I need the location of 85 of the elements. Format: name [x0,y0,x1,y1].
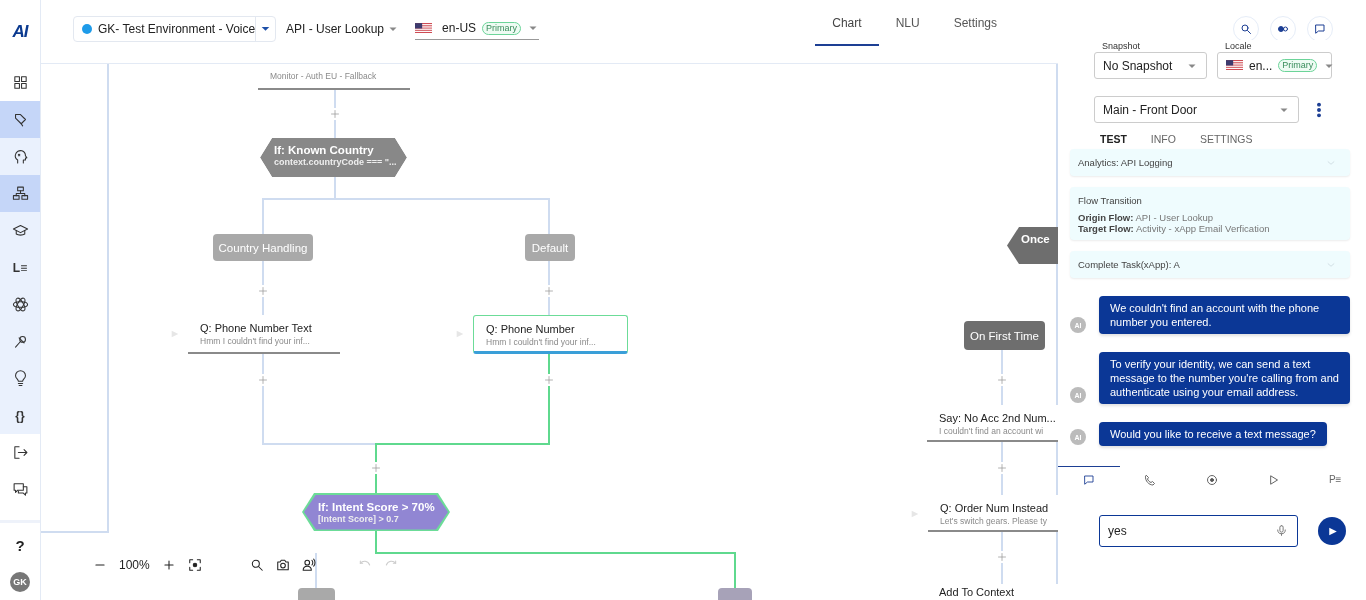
step-node[interactable]: Q: Phone Number Hmm I couldn't find your inf... [473,315,628,354]
connector-line [315,552,317,589]
primary-badge: Primary [482,21,522,35]
locale-code: en... [1249,58,1273,73]
tab[interactable]: Chart [815,0,879,46]
chat-icon [1314,22,1326,35]
play-icon [1267,473,1280,486]
node-subtitle: Hmm I couldn't find your inf... [200,335,311,347]
zoom-level: 100% [119,558,150,572]
zoom-in-button[interactable] [161,558,176,572]
nav-button[interactable] [0,175,40,212]
node-subtitle: Let's switch gears. Please ty [940,515,1048,527]
phone-icon [1144,473,1157,486]
flow-select[interactable]: Main - Front Door [1094,96,1299,123]
screenshot-button[interactable] [275,558,290,572]
connector-line [1001,349,1003,406]
locale-select[interactable]: en... Primary [1217,52,1332,79]
node-subtitle: context.countryCode === "... [274,157,397,168]
message-bubble: To verify your identity, we can send a text message to the number you're calling from and authenticate using your email address. [1099,352,1350,404]
mic-icon [1275,524,1288,537]
message-bubble: Would you like to receive a text message? [1099,422,1327,446]
event-title: Complete Task(xApp): A [1078,259,1180,270]
plus-icon [161,558,176,572]
node-title: Say: No Acc 2nd Num... [939,411,1054,425]
search-icon [1240,22,1252,35]
flag-icon [1226,60,1243,71]
node-title: Add To Context [939,585,1015,599]
event-detail: Target Flow: Activity - xApp Email Verfication [1078,223,1271,234]
voice-button[interactable] [301,558,316,572]
event-title: Flow Transition [1078,195,1143,206]
logo[interactable]: AI [12,22,28,42]
node-subtitle: Hmm I couldn't find your inf... [486,336,597,348]
message-field[interactable]: yes [1099,515,1298,547]
tab[interactable]: INFO [1150,133,1176,145]
locale-select[interactable]: en-US Primary [415,21,540,40]
field-label: Snapshot [1101,40,1142,52]
event-card[interactable]: Analytics: API Logging [1070,149,1350,176]
primary-badge: Primary [1278,59,1318,72]
node-title: If: Known Country [274,143,375,157]
focus-icon [187,558,202,572]
node-subtitle: Monitor - Auth EU - Fallback [270,70,378,82]
grid-icon [11,74,29,91]
event-detail: Origin Flow: API - User Lookup [1078,212,1215,223]
help-button[interactable]: ? [15,537,25,554]
search-icon [249,558,264,572]
field-label: Locale [1224,40,1253,52]
node-title: Q: Order Num Instead [940,501,1050,515]
event-card[interactable]: Complete Task(xApp): A [1070,251,1350,278]
environment-name: GK- Test Environment - Voice [98,21,256,36]
once-node[interactable]: Once [1007,227,1058,264]
flowchart-icon [11,185,29,202]
flag-icon [415,22,433,34]
tab[interactable]: NLU [878,0,937,46]
event-title: Analytics: API Logging [1078,157,1173,168]
search-button[interactable] [249,558,264,572]
tab[interactable]: TEST [1100,133,1127,145]
snapshot-select[interactable]: No Snapshot [1094,52,1207,79]
fit-button[interactable] [187,558,202,572]
graduation-cap-icon [11,222,29,239]
node-title: Q: Phone Number [486,322,576,336]
record-icon [1206,473,1218,486]
node-title: If: Intent Score > 70% [318,499,436,514]
node-subtitle: [Intent Score] > 0.7 [318,513,400,525]
branch-node[interactable]: On First Time [964,321,1045,350]
logout-icon [11,444,29,461]
chat-icon [11,481,29,498]
voice-icon [301,558,316,572]
message-bubble: We couldn't find an account with the phone number you entered. [1099,296,1350,334]
user-avatar[interactable]: GK [10,572,30,592]
nav-button[interactable]: {} [0,397,40,434]
event-card[interactable]: Flow Transition Origin Flow: API - User Lookup Target Flow: Activity - xApp Email Verfication [1070,187,1350,240]
step-node[interactable]: Say: No Acc 2nd Num... I couldn't find an account wi [927,405,1058,442]
camera-icon [275,558,290,572]
locale-code: en-US [442,21,477,35]
atom-icon [11,296,29,313]
chat-icon [1082,473,1095,486]
environment-select[interactable]: GK- Test Environment - Voice [73,15,276,42]
nav-button[interactable]: L≡ [0,249,40,286]
node-subtitle: I couldn't find an account wi [939,425,1045,437]
send-button[interactable] [1318,517,1346,545]
node-title: Q: Phone Number Text [200,321,313,335]
step-node[interactable]: Q: Order Num Instead Let's switch gears. Please ty [928,495,1058,532]
tab[interactable]: Settings [936,0,1014,46]
condition-node[interactable]: If: Known Country context.countryCode === "... [260,138,407,177]
tab[interactable]: SETTINGS [1199,133,1253,145]
